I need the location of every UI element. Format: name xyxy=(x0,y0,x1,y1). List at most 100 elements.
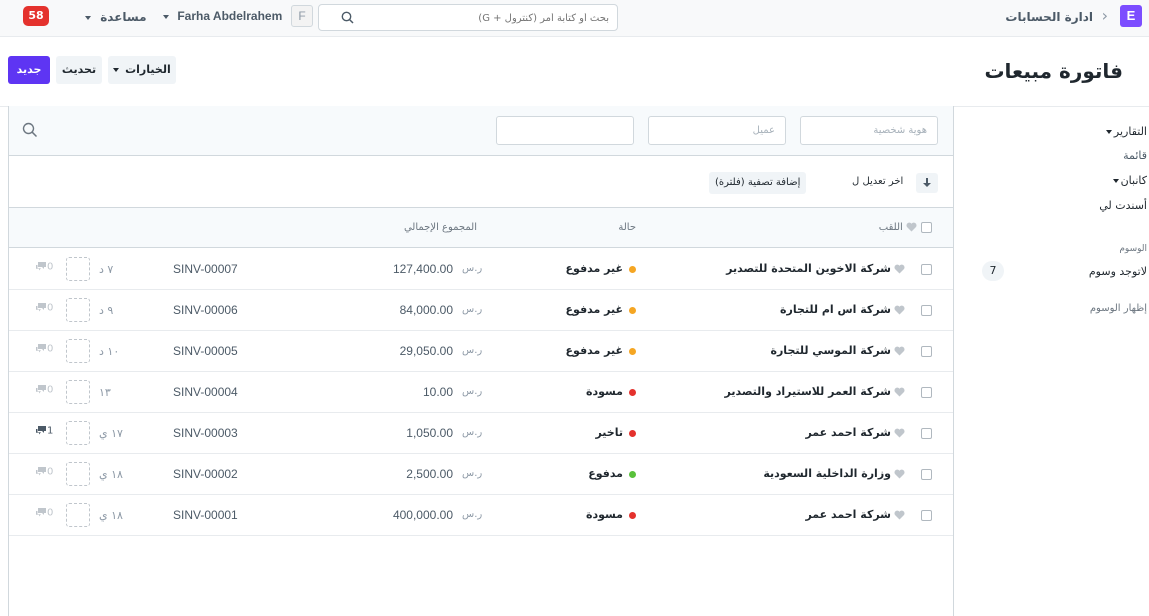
id-filter-input[interactable]: هوية شخصية xyxy=(800,116,938,145)
heart-icon[interactable] xyxy=(894,387,905,397)
sidebar-item-kanban[interactable]: كانبان xyxy=(1107,174,1147,187)
status-dot-icon xyxy=(629,306,636,314)
options-button[interactable]: الخيارات xyxy=(108,56,176,84)
breadcrumb[interactable]: ادارة الحسابات xyxy=(1005,10,1093,24)
chevron-down-icon xyxy=(1112,179,1119,183)
assigned-avatar-placeholder[interactable] xyxy=(66,339,90,363)
row-checkbox[interactable] xyxy=(921,264,932,275)
assigned-avatar-placeholder[interactable] xyxy=(66,380,90,404)
heart-icon[interactable] xyxy=(894,305,905,315)
help-menu[interactable]: مساعدة xyxy=(80,10,147,24)
sidebar-item-reports[interactable]: التقارير xyxy=(1100,125,1147,138)
row-title-link[interactable]: شركة الاخوين المتحدة للتصدير xyxy=(726,262,905,275)
search-input[interactable] xyxy=(379,9,609,27)
notifications-badge[interactable]: 58 xyxy=(23,6,49,26)
row-checkbox[interactable] xyxy=(921,510,932,521)
row-checkbox[interactable] xyxy=(921,346,932,357)
sidebar-item-no-tags[interactable]: لاتوجد وسوم xyxy=(1089,265,1147,278)
status-indicator[interactable]: غير مدفوع xyxy=(566,303,636,316)
row-title: شركة الموسي للتجارة xyxy=(770,344,891,357)
table-row[interactable]: شركة احمد عمر تاخير 1,050.00 ر.س SINV-00003 ١… xyxy=(9,413,953,454)
comment-count[interactable]: 0 xyxy=(35,302,53,314)
sort-by-selector[interactable]: اخر تعديل ل xyxy=(852,176,903,187)
row-total: 2,500.00 xyxy=(406,467,453,481)
table-row[interactable]: شركة احمد عمر مسودة 400,000.00 ر.س SINV-0000… xyxy=(9,495,953,536)
row-title: شركة الاخوين المتحدة للتصدير xyxy=(726,262,891,275)
assigned-avatar-placeholder[interactable] xyxy=(66,503,90,527)
status-indicator[interactable]: مسودة xyxy=(586,385,636,398)
help-label: مساعدة xyxy=(100,10,147,24)
row-title-link[interactable]: شركة احمد عمر xyxy=(805,508,905,521)
user-menu[interactable]: Farha Abdelrahem xyxy=(158,9,282,23)
heart-icon[interactable] xyxy=(894,264,905,274)
row-modified-time: ١٣ xyxy=(99,386,111,399)
assigned-avatar-placeholder[interactable] xyxy=(66,298,90,322)
comment-count[interactable]: 0 xyxy=(35,384,53,396)
assigned-avatar-placeholder[interactable] xyxy=(66,462,90,486)
navbar: 58 مساعدة Farha Abdelrahem F ادارة الحسا… xyxy=(0,0,1149,37)
comment-count[interactable]: 0 xyxy=(35,343,53,355)
new-button[interactable]: جديد xyxy=(8,56,50,84)
status-indicator[interactable]: مدفوع xyxy=(588,467,636,480)
row-title-link[interactable]: شركة العمر للاستيراد والتصدير xyxy=(725,385,905,398)
row-currency: ر.س xyxy=(462,427,483,438)
heart-icon[interactable] xyxy=(894,469,905,479)
select-all-checkbox[interactable] xyxy=(921,222,932,233)
status-indicator[interactable]: مسودة xyxy=(586,508,636,521)
table-row[interactable]: شركة الموسي للتجارة غير مدفوع 29,050.00 ر.س… xyxy=(9,331,953,372)
row-currency: ر.س xyxy=(462,468,483,479)
sidebar-item-label: التقارير xyxy=(1113,125,1147,138)
row-title-link[interactable]: وزارة الداخلية السعودية xyxy=(763,467,905,480)
row-title-link[interactable]: شركة اس ام للتجارة xyxy=(780,303,905,316)
sidebar-item-list[interactable]: قائمة xyxy=(1123,149,1147,162)
status-label: غير مدفوع xyxy=(565,262,623,275)
row-title-link[interactable]: شركة الموسي للتجارة xyxy=(770,344,905,357)
tag-count-badge: 7 xyxy=(982,261,1004,281)
row-modified-time: ١٨ ي xyxy=(99,468,123,481)
status-indicator[interactable]: غير مدفوع xyxy=(566,344,636,357)
chevron-down-icon xyxy=(85,15,91,20)
heart-icon[interactable] xyxy=(894,428,905,438)
row-checkbox[interactable] xyxy=(921,428,932,439)
status-indicator[interactable]: غير مدفوع xyxy=(566,262,636,275)
app-logo[interactable]: E xyxy=(1120,5,1142,27)
customer-filter-input[interactable]: عميل xyxy=(648,116,786,145)
row-checkbox[interactable] xyxy=(921,469,932,480)
row-checkbox[interactable] xyxy=(921,305,932,316)
table-row[interactable]: شركة الاخوين المتحدة للتصدير غير مدفوع 127… xyxy=(9,249,953,290)
table-row[interactable]: شركة اس ام للتجارة غير مدفوع 84,000.00 ر.س S… xyxy=(9,290,953,331)
avatar[interactable]: F xyxy=(291,5,313,27)
awesome-bar[interactable] xyxy=(318,4,618,31)
status-indicator[interactable]: تاخير xyxy=(595,426,636,439)
heart-icon[interactable] xyxy=(894,346,905,356)
heart-icon[interactable] xyxy=(894,510,905,520)
row-title: شركة احمد عمر xyxy=(805,508,891,521)
show-tags-link[interactable]: إظهار الوسوم xyxy=(1090,303,1147,314)
comment-count-value: 0 xyxy=(47,466,54,478)
comment-count[interactable]: 0 xyxy=(35,466,53,478)
sort-order-button[interactable] xyxy=(916,173,938,193)
table-row[interactable]: شركة العمر للاستيراد والتصدير مسودة 10.00 ر… xyxy=(9,372,953,413)
assigned-avatar-placeholder[interactable] xyxy=(66,257,90,281)
row-title-link[interactable]: شركة احمد عمر xyxy=(805,426,905,439)
status-dot-icon xyxy=(629,388,636,396)
sidebar-item-assigned-to-me[interactable]: أسندت لي xyxy=(1099,199,1147,212)
refresh-button[interactable]: تحديث xyxy=(56,56,102,84)
comments-icon xyxy=(36,508,46,517)
list-frame: هوية شخصية عميل إضافة تصفية (فلترة) اخر … xyxy=(8,106,954,616)
add-filter-button[interactable]: إضافة تصفية (فلترة) xyxy=(709,172,807,194)
row-checkbox[interactable] xyxy=(921,387,932,398)
comment-count[interactable]: 0 xyxy=(35,261,53,273)
comment-count[interactable]: 0 xyxy=(35,507,53,519)
sort-arrow-icon xyxy=(923,178,931,187)
row-modified-time: ٩ د xyxy=(99,304,114,317)
filter-input[interactable] xyxy=(496,116,634,145)
search-icon[interactable] xyxy=(22,122,38,138)
status-label: تاخير xyxy=(595,426,623,439)
assigned-avatar-placeholder[interactable] xyxy=(66,421,90,445)
table-row[interactable]: وزارة الداخلية السعودية مدفوع 2,500.00 ر.س S… xyxy=(9,454,953,495)
comment-count[interactable]: 1 xyxy=(35,425,53,437)
row-currency: ر.س xyxy=(462,263,483,274)
heart-icon[interactable] xyxy=(906,222,917,232)
row-document-id: SINV-00002 xyxy=(173,467,238,481)
